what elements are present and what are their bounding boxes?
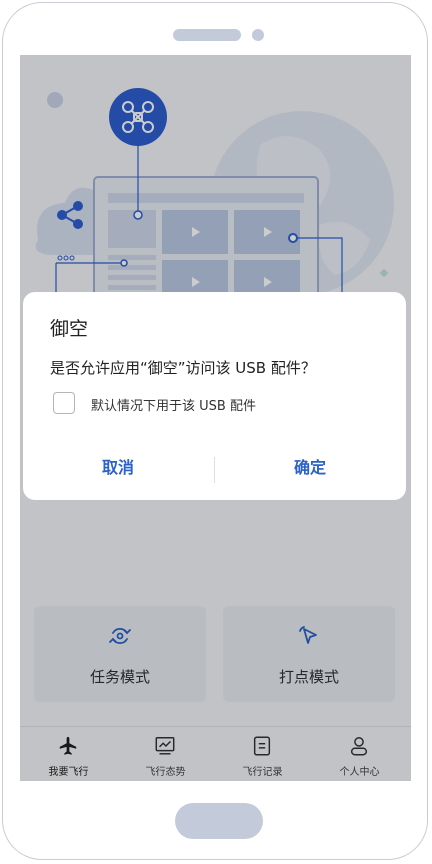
default-usb-checkbox-label[interactable]: 默认情况下用于该 USB 配件 (91, 395, 256, 414)
confirm-button[interactable]: 确定 (215, 452, 405, 484)
home-button[interactable] (175, 803, 263, 839)
dialog-message: 是否允许应用“御空”访问该 USB 配件？ (50, 359, 316, 377)
default-usb-checkbox[interactable] (53, 392, 75, 414)
front-camera (252, 29, 264, 41)
usb-permission-dialog: 御空 是否允许应用“御空”访问该 USB 配件？ 默认情况下用于该 USB 配件… (23, 292, 406, 500)
dialog-title: 御空 (50, 318, 89, 340)
cancel-button[interactable]: 取消 (23, 452, 213, 484)
speaker-grille (173, 29, 241, 41)
